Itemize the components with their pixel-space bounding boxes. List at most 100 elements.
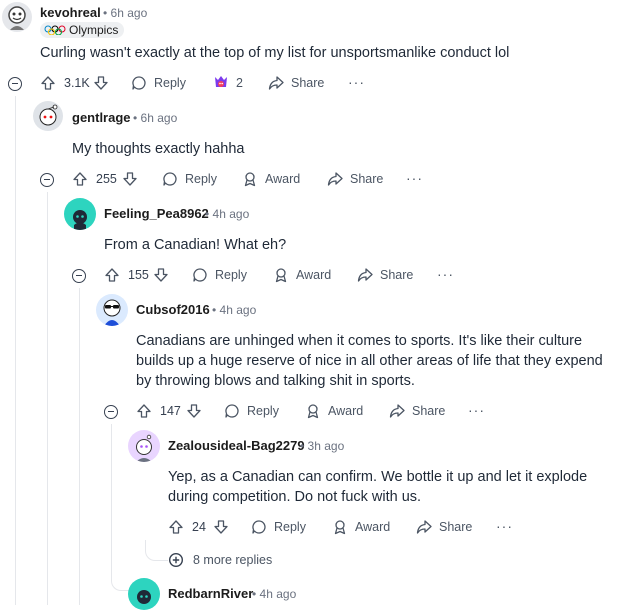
arrow-down-icon [187, 404, 201, 418]
award-button[interactable]: Award [242, 171, 300, 187]
share-arrow-icon [389, 404, 405, 418]
arrow-down-icon [154, 268, 168, 282]
award-label: Award [296, 268, 332, 282]
comment-author[interactable]: kevohreal [40, 5, 101, 20]
collapse-button[interactable] [104, 405, 118, 419]
arrow-down-icon [94, 76, 108, 90]
comment-timestamp: • 6h ago [103, 6, 147, 20]
upvote-button[interactable]: 255 [72, 171, 117, 187]
separator-dot: • [300, 439, 305, 453]
share-button[interactable]: Share [268, 75, 324, 91]
avatar[interactable] [2, 2, 32, 32]
reply-label: Reply [154, 76, 186, 90]
reply-button[interactable]: Reply [251, 519, 306, 535]
upvote-button[interactable]: 3.1K [40, 75, 90, 91]
arrow-down-icon [123, 172, 137, 186]
award-button[interactable]: Award [305, 403, 363, 419]
downvote-button[interactable] [153, 267, 169, 283]
speech-bubble-icon [252, 520, 266, 534]
collapse-button[interactable] [8, 77, 22, 91]
timestamp-text: 4h ago [219, 303, 257, 317]
reply-button[interactable]: Reply [131, 75, 186, 91]
award-label: Award [328, 404, 364, 418]
comment-author[interactable]: RedbarnRiver [168, 586, 253, 601]
thread-line-4 [111, 424, 112, 560]
award-icon [275, 268, 287, 283]
separator-dot: • [205, 207, 210, 221]
comment-body: From a Canadian! What eh? [104, 237, 287, 253]
user-flair: Olympics [40, 22, 125, 38]
award-button[interactable]: Award [273, 267, 331, 283]
separator-dot: • [212, 303, 217, 317]
timestamp-text: 4h ago [259, 587, 297, 601]
separator-dot: • [103, 6, 108, 20]
avatar[interactable] [128, 578, 160, 610]
upvote-button[interactable]: 155 [104, 267, 149, 283]
share-button[interactable]: Share [357, 267, 413, 283]
comment-author[interactable]: gentlrage [72, 110, 131, 125]
vote-count: 3.1K [64, 76, 90, 90]
share-label: Share [380, 268, 414, 282]
speech-bubble-icon [225, 404, 239, 418]
collapse-button[interactable] [40, 173, 54, 187]
speech-bubble-icon [163, 172, 177, 186]
downvote-button[interactable] [93, 75, 109, 91]
share-label: Share [350, 172, 384, 186]
reply-button[interactable]: Reply [192, 267, 247, 283]
more-options-button[interactable]: ··· [406, 170, 423, 186]
avatar[interactable] [64, 198, 96, 230]
share-arrow-icon [327, 172, 343, 186]
downvote-button[interactable] [186, 403, 202, 419]
flair-label: Olympics [69, 23, 119, 37]
olympic-rings-icon [44, 25, 66, 35]
upvote-button[interactable]: 24 [168, 519, 206, 535]
share-button[interactable]: Share [416, 519, 472, 535]
award-icon [307, 404, 319, 419]
arrow-up-icon [73, 172, 87, 186]
arrow-up-icon [105, 268, 119, 282]
share-label: Share [439, 520, 473, 534]
separator-dot: • [133, 111, 138, 125]
collapse-button[interactable] [72, 269, 86, 283]
award-label: Award [265, 172, 301, 186]
downvote-button[interactable] [213, 519, 229, 535]
arrow-down-icon [214, 520, 228, 534]
arrow-up-icon [41, 76, 55, 90]
reply-label: Reply [247, 404, 279, 418]
reply-label: Reply [215, 268, 247, 282]
comment-timestamp: • 4h ago [205, 207, 249, 221]
more-options-button[interactable]: ··· [468, 402, 485, 418]
more-options-button[interactable]: ··· [437, 266, 454, 282]
share-button[interactable]: Share [327, 171, 383, 187]
award-button[interactable]: 2 [212, 74, 243, 92]
award-label: Award [355, 520, 391, 534]
comment-author[interactable]: Cubsof2016 [136, 302, 210, 317]
comment-author[interactable]: Feeling_Pea8962 [104, 206, 209, 221]
thread-line-1 [15, 96, 16, 605]
share-arrow-icon [357, 268, 373, 282]
avatar[interactable] [96, 294, 128, 326]
thread-elbow-redbarn [111, 560, 130, 591]
more-options-button[interactable]: ··· [496, 518, 513, 534]
more-options-button[interactable]: ··· [348, 74, 365, 90]
separator-dot: • [252, 587, 257, 601]
downvote-button[interactable] [122, 171, 138, 187]
arrow-up-icon [137, 404, 151, 418]
award-button[interactable]: Award [332, 519, 390, 535]
more-replies-label: 8 more replies [193, 553, 273, 567]
share-label: Share [412, 404, 446, 418]
comment-author[interactable]: Zealousideal-Bag2279 [168, 438, 305, 453]
upvote-button[interactable]: 147 [136, 403, 181, 419]
thread-line-3 [79, 288, 80, 605]
share-button[interactable]: Share [389, 403, 445, 419]
avatar[interactable] [128, 430, 160, 462]
more-replies-button[interactable]: 8 more replies [168, 552, 272, 568]
vote-count: 24 [192, 520, 206, 534]
award-icon [244, 172, 256, 187]
comment-body: Curling wasn't exactly at the top of my … [40, 45, 510, 61]
share-arrow-icon [416, 520, 432, 534]
avatar[interactable] [33, 101, 63, 131]
reply-button[interactable]: Reply [162, 171, 217, 187]
reply-button[interactable]: Reply [224, 403, 279, 419]
reply-label: Reply [274, 520, 306, 534]
